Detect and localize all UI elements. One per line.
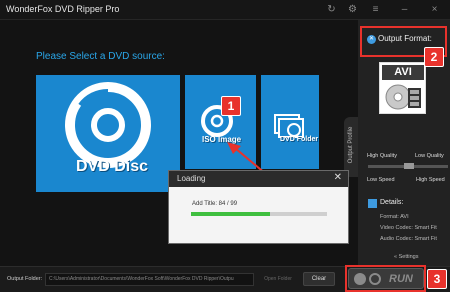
output-format-selector[interactable]: AVI xyxy=(379,62,426,114)
film-disc-icon xyxy=(385,84,421,110)
annotation-badge-2: 2 xyxy=(424,47,444,67)
high-quality-label: High Quality xyxy=(367,153,397,159)
dvd-disc-label: DVD Disc xyxy=(76,158,149,175)
loading-dialog: Loading ✕ Add Title: 84 / 99 xyxy=(168,170,349,244)
dialog-title: Loading xyxy=(177,174,206,183)
source-prompt: Please Select a DVD source: xyxy=(36,51,165,62)
loading-progress-bar xyxy=(191,212,327,216)
refresh-icon[interactable]: ↻ xyxy=(325,3,338,16)
details-label: Details: xyxy=(380,199,404,206)
annotation-badge-3: 3 xyxy=(427,269,447,289)
low-quality-label: Low Quality xyxy=(415,153,444,159)
output-folder-input[interactable]: C:\Users\Administrator\Documents\WonderF… xyxy=(45,273,254,286)
gear-icon[interactable]: ⚙ xyxy=(346,3,359,16)
loading-progress-fill xyxy=(191,212,270,216)
annotation-badge-1: 1 xyxy=(221,96,241,116)
quality-slider[interactable] xyxy=(368,163,448,169)
dialog-close-icon[interactable]: ✕ xyxy=(334,172,342,183)
dvd-folder-label: DVD Folder xyxy=(280,136,319,143)
detail-audio-codec: Audio Codec: Smart Fit xyxy=(380,236,437,242)
clear-button[interactable]: Clear xyxy=(303,272,335,286)
menu-icon[interactable]: ≡ xyxy=(369,3,382,16)
run-highlight xyxy=(345,265,426,292)
high-speed-label: High Speed xyxy=(416,177,445,183)
format-name: AVI xyxy=(382,65,424,80)
details-icon xyxy=(368,199,377,208)
loading-status: Add Title: 84 / 99 xyxy=(192,201,238,207)
detail-format: Format: AVI xyxy=(380,214,409,220)
quality-slider-thumb[interactable] xyxy=(404,163,414,169)
output-profile-label: Output Profile xyxy=(348,126,354,164)
minimize-icon[interactable]: – xyxy=(398,3,411,16)
detail-video-codec: Video Codec: Smart Fit xyxy=(380,225,437,231)
app-title: WonderFox DVD Ripper Pro xyxy=(6,4,120,14)
dvd-disc-button[interactable]: DVD Disc xyxy=(36,75,180,192)
close-icon[interactable]: × xyxy=(428,3,441,16)
settings-button[interactable]: « Settings xyxy=(394,254,418,260)
dialog-header: Loading ✕ xyxy=(169,171,348,187)
low-speed-label: Low Speed xyxy=(367,177,395,183)
title-bar: WonderFox DVD Ripper Pro ↻ ⚙ ≡ – × xyxy=(0,0,450,20)
output-profile-tab[interactable]: Output Profile xyxy=(344,117,358,177)
output-folder-label: Output Folder: xyxy=(7,276,43,282)
open-folder-button[interactable]: Open Folder xyxy=(262,273,294,286)
